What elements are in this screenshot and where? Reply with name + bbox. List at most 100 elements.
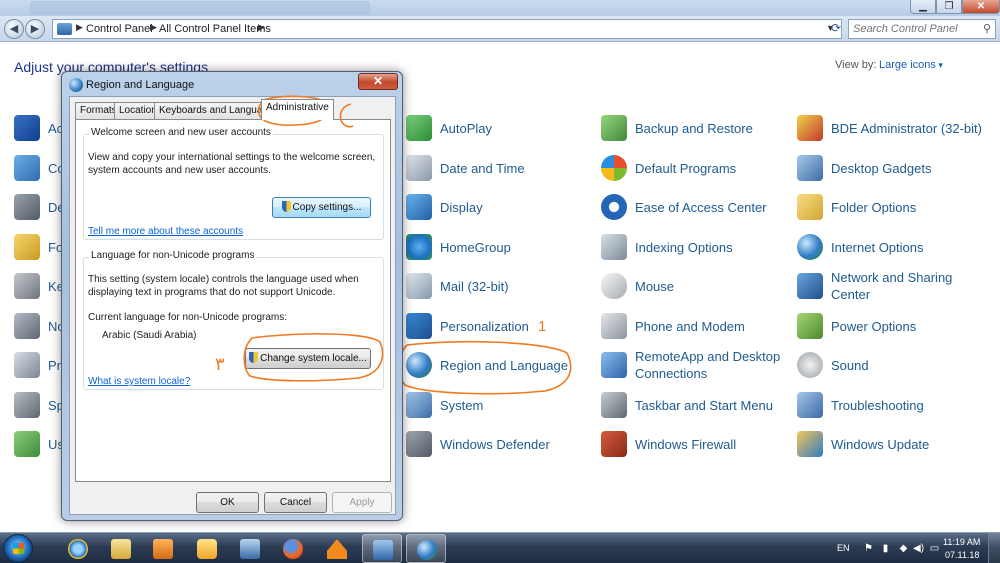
- apply-button[interactable]: Apply: [332, 492, 392, 513]
- troubleshooting-icon: [797, 392, 823, 418]
- device-manager-icon: [14, 194, 40, 220]
- taskbar-app-ie[interactable]: [58, 534, 98, 563]
- cp-item-phone-modem[interactable]: Phone and Modem: [601, 313, 786, 341]
- messenger-icon: [197, 539, 217, 559]
- search-input[interactable]: [849, 20, 977, 38]
- cp-item-windows-defender[interactable]: Windows Defender: [406, 431, 591, 459]
- taskbar-app-vlc[interactable]: [317, 534, 357, 563]
- window-close-button[interactable]: ✕: [962, 0, 1000, 14]
- control-panel-icon: [373, 540, 393, 560]
- search-icon[interactable]: ⚲: [983, 22, 991, 35]
- ok-button[interactable]: OK: [196, 492, 259, 513]
- change-system-locale-button[interactable]: Change system locale...: [245, 348, 371, 369]
- uac-shield-icon: [249, 352, 259, 363]
- chevron-right-icon[interactable]: ▶: [150, 22, 157, 33]
- globe-icon: [406, 352, 432, 378]
- forward-button[interactable]: ▶: [25, 19, 45, 39]
- breadcrumb-all-items[interactable]: All Control Panel Items: [159, 23, 271, 35]
- cp-item-autoplay[interactable]: AutoPlay: [406, 115, 591, 143]
- view-by-label: View by:: [835, 59, 877, 71]
- search-box[interactable]: ⚲: [848, 19, 996, 39]
- dialog-close-button[interactable]: ✕: [358, 73, 398, 90]
- remoteapp-icon: [601, 352, 627, 378]
- view-by-dropdown[interactable]: Large icons: [879, 59, 943, 71]
- action-center-tray-icon[interactable]: ◆: [898, 544, 909, 554]
- color-management-icon: [14, 155, 40, 181]
- firefox-icon: [283, 539, 303, 559]
- non-unicode-group-title: Language for non-Unicode programs: [89, 250, 257, 261]
- what-is-locale-link[interactable]: What is system locale?: [88, 376, 190, 387]
- start-button[interactable]: [3, 534, 33, 563]
- welcome-group-title: Welcome screen and new user accounts: [89, 127, 273, 138]
- accessibility-icon: [601, 194, 627, 220]
- cp-item-troubleshooting[interactable]: Troubleshooting: [797, 392, 982, 420]
- taskbar-app-messenger[interactable]: [187, 534, 227, 563]
- taskbar-app-media[interactable]: [143, 534, 183, 563]
- dialog-body: Formats Location Keyboards and Languages…: [69, 96, 396, 515]
- welcome-description: View and copy your international setting…: [88, 152, 376, 176]
- cp-item-ease-of-access[interactable]: Ease of Access Center: [601, 194, 786, 222]
- cp-item-system[interactable]: System: [406, 392, 591, 420]
- cp-item-internet-options[interactable]: Internet Options: [797, 234, 982, 262]
- address-bar[interactable]: ▶ Control Panel ▶ All Control Panel Item…: [52, 19, 842, 39]
- volume-icon[interactable]: ◀): [913, 544, 924, 554]
- bde-admin-icon: [797, 115, 823, 141]
- cp-item-remoteapp[interactable]: RemoteApp and Desktop Connections: [601, 349, 786, 381]
- cp-item-display[interactable]: Display: [406, 194, 591, 222]
- indexing-icon: [601, 234, 627, 260]
- cp-item-homegroup[interactable]: HomeGroup: [406, 234, 591, 262]
- system-icon: [406, 392, 432, 418]
- cp-item-network-sharing[interactable]: Network and Sharing Center: [797, 270, 982, 302]
- cp-item-sound[interactable]: Sound: [797, 352, 982, 380]
- taskbar-app-explorer[interactable]: [101, 534, 141, 563]
- navigation-bar: ◀ ▶ ▶ Control Panel ▶ All Control Panel …: [0, 16, 1000, 42]
- cp-item-default-programs[interactable]: Default Programs: [601, 155, 786, 183]
- language-indicator[interactable]: EN: [837, 543, 850, 553]
- cp-item-windows-firewall[interactable]: Windows Firewall: [601, 431, 786, 459]
- cp-item-personalization[interactable]: Personalization: [406, 313, 591, 341]
- internet-icon: [797, 234, 823, 260]
- cp-item-bde-admin[interactable]: BDE Administrator (32-bit): [797, 115, 982, 143]
- cp-item-windows-update[interactable]: Windows Update: [797, 431, 982, 459]
- welcome-group: Welcome screen and new user accounts Vie…: [83, 127, 384, 240]
- breadcrumb-control-panel[interactable]: Control Panel: [86, 23, 153, 35]
- network-icon: [797, 273, 823, 299]
- maximize-button[interactable]: ❐: [936, 0, 962, 14]
- flag-icon[interactable]: ⚑: [863, 544, 874, 554]
- cp-item-mail[interactable]: Mail (32-bit): [406, 273, 591, 301]
- taskbar: EN ⚑ ▮ ◆ ◀) ▭ 11:19 AM 07.11.18: [0, 532, 1000, 563]
- minimize-button[interactable]: ▁: [910, 0, 936, 14]
- cp-item-desktop-gadgets[interactable]: Desktop Gadgets: [797, 155, 982, 183]
- clock-date[interactable]: 07.11.18: [945, 550, 979, 560]
- cp-item-region-language[interactable]: Region and Language: [406, 352, 591, 380]
- taskbar-app-control-panel[interactable]: [362, 534, 402, 563]
- copy-settings-button[interactable]: Copy settings...: [272, 197, 371, 218]
- uac-shield-icon: [281, 201, 291, 212]
- chevron-right-icon[interactable]: ▶: [258, 22, 265, 33]
- screen-tray-icon[interactable]: ▭: [929, 544, 940, 554]
- non-unicode-group: Language for non-Unicode programs This s…: [83, 250, 384, 390]
- cancel-button[interactable]: Cancel: [264, 492, 327, 513]
- cp-item-date-time[interactable]: Date and Time: [406, 155, 591, 183]
- cp-item-power-options[interactable]: Power Options: [797, 313, 982, 341]
- cp-item-backup-restore[interactable]: Backup and Restore: [601, 115, 786, 143]
- network-tray-icon[interactable]: ▮: [880, 544, 891, 554]
- chevron-right-icon[interactable]: ▶: [76, 22, 83, 33]
- folder-icon: [797, 194, 823, 220]
- cp-item-indexing[interactable]: Indexing Options: [601, 234, 786, 262]
- region-language-dialog: Region and Language ✕ Formats Location K…: [61, 71, 403, 521]
- clock-time[interactable]: 11:19 AM: [943, 537, 980, 547]
- show-desktop-button[interactable]: [988, 533, 1000, 563]
- cp-item-taskbar-start[interactable]: Taskbar and Start Menu: [601, 392, 786, 420]
- taskbar-icon: [601, 392, 627, 418]
- tell-me-more-link[interactable]: Tell me more about these accounts: [88, 226, 243, 237]
- cp-item-folder-options[interactable]: Folder Options: [797, 194, 982, 222]
- taskbar-app-network[interactable]: [230, 534, 270, 563]
- refresh-icon[interactable]: ⟳: [826, 19, 846, 39]
- programs-icon: [14, 352, 40, 378]
- taskbar-app-region[interactable]: [406, 534, 446, 563]
- back-button[interactable]: ◀: [4, 19, 24, 39]
- taskbar-app-firefox[interactable]: [273, 534, 313, 563]
- cp-item-mouse[interactable]: Mouse: [601, 273, 786, 301]
- tab-administrative[interactable]: Administrative: [261, 99, 334, 120]
